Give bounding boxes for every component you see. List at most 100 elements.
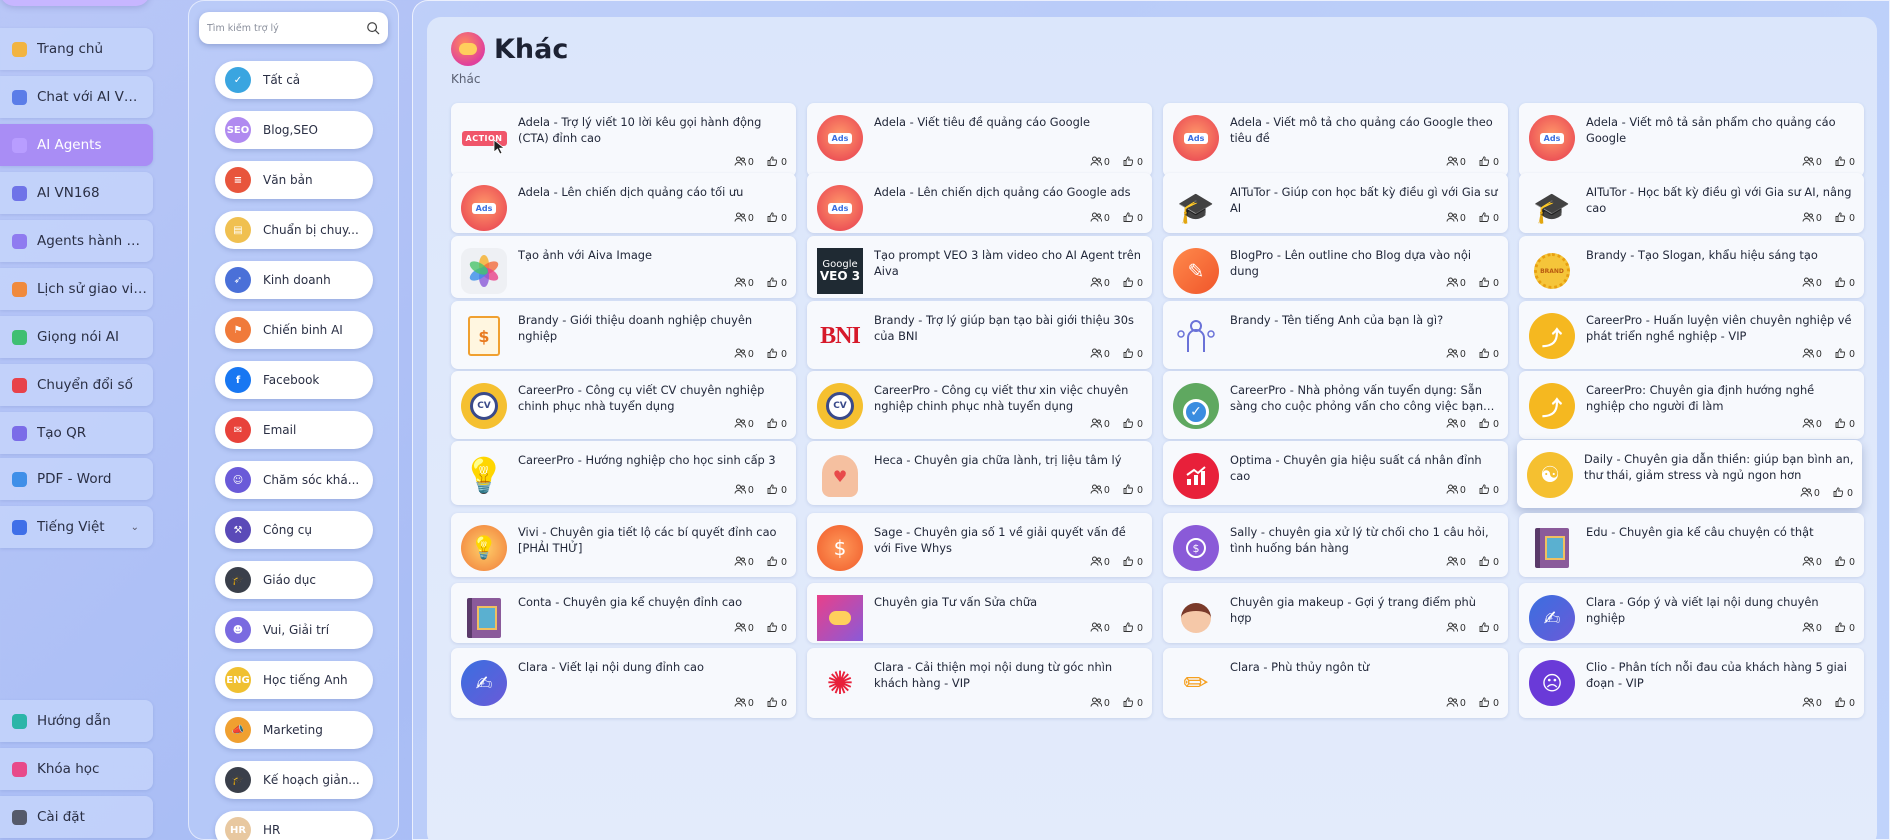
like-icon[interactable] <box>1471 556 1491 569</box>
agent-card[interactable]: 💡 CareerPro - Hướng nghiệp cho học sinh c… <box>451 441 796 505</box>
like-icon[interactable] <box>759 212 779 225</box>
like-icon[interactable] <box>1115 212 1135 225</box>
nav-item-4[interactable]: Agents hành ch... <box>0 220 153 262</box>
like-icon[interactable] <box>1827 418 1847 431</box>
like-icon[interactable] <box>759 348 779 361</box>
agent-card[interactable]: ✍ Clara - Viết lại nội dung đỉnh cao 0 0 <box>451 648 796 718</box>
like-icon[interactable] <box>1827 697 1847 710</box>
like-icon[interactable] <box>759 277 779 290</box>
agent-card[interactable]: Chuyên gia Tư vấn Sửa chữa 0 0 <box>807 583 1152 643</box>
nav-item-12[interactable]: Khóa học <box>0 748 153 790</box>
agent-card[interactable]: Ads Adela - Viết tiêu đề quảng cáo Google… <box>807 103 1152 177</box>
category-item-11[interactable]: ☻ Vui, Giải trí <box>215 611 373 649</box>
agent-card[interactable]: ✍ Clara - Góp ý và viết lại nội dung chuy… <box>1519 583 1864 643</box>
agent-card[interactable]: ✓ CareerPro - Nhà phỏng vấn tuyển dụng: S… <box>1163 371 1508 439</box>
like-icon[interactable] <box>1471 697 1491 710</box>
agent-card[interactable]: CV CareerPro - Công cụ viết CV chuyên ngh… <box>451 371 796 439</box>
like-icon[interactable] <box>1471 277 1491 290</box>
agent-card[interactable]: Google VEO 3 Tạo prompt VEO 3 làm video ch… <box>807 236 1152 298</box>
nav-item-0[interactable]: Trang chủ <box>0 28 153 70</box>
like-icon[interactable] <box>759 418 779 431</box>
category-item-6[interactable]: f Facebook <box>215 361 373 399</box>
agent-card[interactable]: $ Sage - Chuyên gia số 1 về giải quyết vấ… <box>807 513 1152 577</box>
agent-card[interactable]: Edu - Chuyên gia kể câu chuyện có thật 0 0 <box>1519 513 1864 577</box>
agent-card[interactable]: BRAND Brandy - Tạo Slogan, khẩu hiệu sáng… <box>1519 236 1864 298</box>
like-icon[interactable] <box>1115 277 1135 290</box>
agent-card[interactable]: Tạo ảnh với Aiva Image 0 0 <box>451 236 796 298</box>
agent-card[interactable]: 🎓 AITuTor - Học bất kỳ điều gì với Gia sư… <box>1519 173 1864 233</box>
agent-card[interactable]: $ Sally - chuyên gia xử lý từ chối cho 1 … <box>1163 513 1508 577</box>
nav-profile-stub[interactable] <box>0 0 150 6</box>
like-icon[interactable] <box>1471 484 1491 497</box>
category-item-1[interactable]: SEO Blog,SEO <box>215 111 373 149</box>
nav-item-10[interactable]: Tiếng Việt ⌄ <box>0 506 153 548</box>
like-icon[interactable] <box>1115 697 1135 710</box>
like-icon[interactable] <box>1471 418 1491 431</box>
like-icon[interactable] <box>1471 622 1491 635</box>
like-icon[interactable] <box>1115 156 1135 169</box>
like-icon[interactable] <box>1115 556 1135 569</box>
agent-card[interactable]: ✎ BlogPro - Lên outline cho Blog dựa vào … <box>1163 236 1508 298</box>
agent-card[interactable]: ACTION Adela - Trợ lý viết 10 lời kêu gọi… <box>451 103 796 177</box>
category-item-3[interactable]: ▤ Chuẩn bị chuy... <box>215 211 373 249</box>
like-icon[interactable] <box>1825 487 1845 500</box>
nav-item-11[interactable]: Hướng dẫn <box>0 700 153 742</box>
agent-card[interactable]: ⤴ CareerPro - Huấn luyện viên chuyên nghi… <box>1519 301 1864 369</box>
agent-card[interactable]: ✺ Clara - Cải thiện mọi nội dung từ góc n… <box>807 648 1152 718</box>
nav-item-5[interactable]: Lịch sử giao việc <box>0 268 153 310</box>
like-icon[interactable] <box>1115 418 1135 431</box>
nav-item-3[interactable]: AI VN168 <box>0 172 153 214</box>
like-icon[interactable] <box>1827 348 1847 361</box>
category-item-8[interactable]: ☺ Chăm sóc khá... <box>215 461 373 499</box>
nav-item-2[interactable]: AI Agents <box>0 124 153 166</box>
like-icon[interactable] <box>1827 212 1847 225</box>
like-icon[interactable] <box>1471 156 1491 169</box>
agent-card[interactable]: ♥ Heca - Chuyên gia chữa lành, trị liệu t… <box>807 441 1152 505</box>
agent-card[interactable]: Ads Adela - Viết mô tả cho quảng cáo Goog… <box>1163 103 1508 177</box>
category-item-10[interactable]: 🎓 Giáo dục <box>215 561 373 599</box>
agent-card[interactable]: Ads Adela - Lên chiến dịch quảng cáo Goog… <box>807 173 1152 233</box>
agent-card[interactable]: Ads Adela - Viết mô tả sản phẩm cho quảng… <box>1519 103 1864 177</box>
category-item-9[interactable]: ⚒ Công cụ <box>215 511 373 549</box>
category-item-14[interactable]: 🎓 Kế hoạch giản... <box>215 761 373 799</box>
like-icon[interactable] <box>759 622 779 635</box>
agent-card[interactable]: ☹ Clio - Phân tích nỗi đau của khách hàng… <box>1519 648 1864 718</box>
like-icon[interactable] <box>1115 484 1135 497</box>
agent-card[interactable]: ☯ Daily - Chuyên gia dẫn thiền: giúp bạn … <box>1517 440 1862 508</box>
agent-card[interactable]: 🎓 AITuTor - Giúp con học bất kỳ điều gì v… <box>1163 173 1508 233</box>
nav-item-9[interactable]: PDF - Word <box>0 458 153 500</box>
search-input[interactable] <box>207 22 357 34</box>
nav-item-1[interactable]: Chat với AI VN1... <box>0 76 153 118</box>
like-icon[interactable] <box>1471 348 1491 361</box>
like-icon[interactable] <box>759 697 779 710</box>
like-icon[interactable] <box>1827 622 1847 635</box>
like-icon[interactable] <box>1827 556 1847 569</box>
like-icon[interactable] <box>1115 622 1135 635</box>
like-icon[interactable] <box>1827 277 1847 290</box>
agent-card[interactable]: BNI Brandy - Trợ lý giúp bạn tạo bài giới… <box>807 301 1152 369</box>
like-icon[interactable] <box>1471 212 1491 225</box>
like-icon[interactable] <box>1827 156 1847 169</box>
like-icon[interactable] <box>759 556 779 569</box>
like-icon[interactable] <box>1115 348 1135 361</box>
like-icon[interactable] <box>759 484 779 497</box>
agent-card[interactable]: Brandy - Tên tiếng Anh của bạn là gì? 0 0 <box>1163 301 1508 369</box>
agent-card[interactable]: CV CareerPro - Công cụ viết thư xin việc … <box>807 371 1152 439</box>
search-icon[interactable] <box>366 21 380 35</box>
nav-item-6[interactable]: Giọng nói AI <box>0 316 153 358</box>
nav-item-13[interactable]: Cài đặt <box>0 796 153 838</box>
category-item-7[interactable]: ✉ Email <box>215 411 373 449</box>
category-item-13[interactable]: 📣 Marketing <box>215 711 373 749</box>
agent-card[interactable]: ⤴ CareerPro: Chuyên gia định hướng nghề n… <box>1519 371 1864 439</box>
category-item-5[interactable]: ⚑ Chiến binh AI <box>215 311 373 349</box>
agent-card[interactable]: Chuyên gia makeup - Gợi ý trang điểm phù… <box>1163 583 1508 643</box>
nav-item-8[interactable]: Tạo QR <box>0 412 153 454</box>
like-icon[interactable] <box>759 156 779 169</box>
category-item-0[interactable]: ✓ Tất cả <box>215 61 373 99</box>
category-item-2[interactable]: ≡ Văn bản <box>215 161 373 199</box>
agent-card[interactable]: Optima - Chuyên gia hiệu suất cá nhân đỉ… <box>1163 441 1508 505</box>
category-item-15[interactable]: HR HR <box>215 811 373 840</box>
agent-card[interactable]: $ Brandy - Giới thiệu doanh nghiệp chuyên… <box>451 301 796 369</box>
agent-card[interactable]: Conta - Chuyên gia kể chuyện đỉnh cao 0 0 <box>451 583 796 643</box>
category-item-12[interactable]: ENG Học tiếng Anh <box>215 661 373 699</box>
